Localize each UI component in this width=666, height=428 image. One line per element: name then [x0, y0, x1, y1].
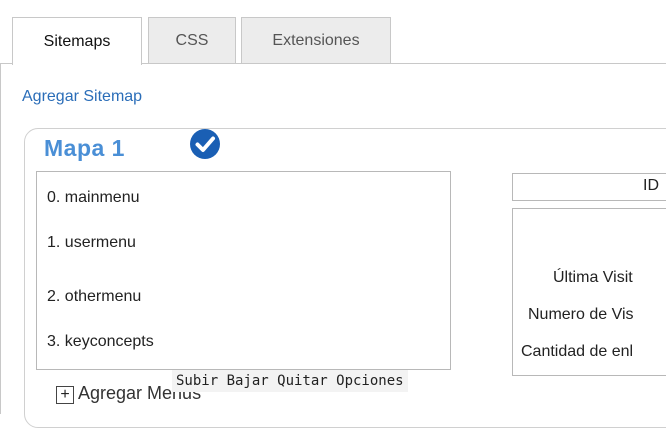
- add-sitemap-link[interactable]: Agregar Sitemap: [22, 88, 142, 106]
- visit-count-label: Numero de Vis: [528, 306, 634, 323]
- list-item[interactable]: 1. usermenu: [47, 234, 136, 252]
- check-circle-icon: [190, 129, 220, 159]
- tab-css[interactable]: CSS: [148, 17, 236, 63]
- menu-list[interactable]: 0. mainmenu 1. usermenu 2. othermenu 3. …: [36, 171, 451, 370]
- list-item[interactable]: 0. mainmenu: [47, 189, 140, 207]
- id-label: ID: [643, 177, 659, 194]
- list-actions-tooltip: Subir Bajar Quitar Opciones: [172, 370, 408, 392]
- tab-bar: Sitemaps CSS Extensiones: [0, 0, 666, 65]
- tab-extensiones[interactable]: Extensiones: [241, 17, 391, 63]
- list-item[interactable]: 2. othermenu: [47, 288, 141, 306]
- link-count-label: Cantidad de enl: [521, 343, 634, 360]
- tab-sitemaps[interactable]: Sitemaps: [12, 17, 142, 65]
- last-visit-label: Última Visit: [553, 269, 633, 286]
- plus-icon[interactable]: +: [56, 386, 74, 404]
- list-item[interactable]: 3. keyconcepts: [47, 333, 154, 351]
- map-title: Mapa 1: [44, 135, 125, 161]
